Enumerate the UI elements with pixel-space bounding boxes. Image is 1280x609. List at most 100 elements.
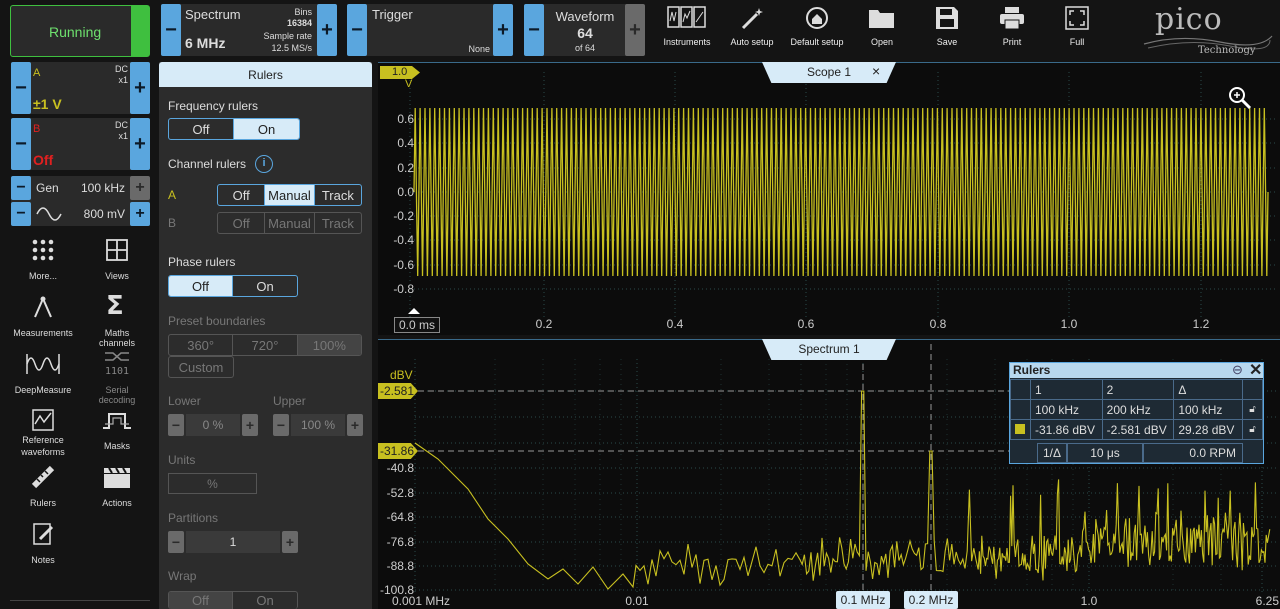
- tool-rulers[interactable]: Rulers: [13, 463, 73, 511]
- phase-rulers-off[interactable]: Off: [169, 276, 233, 296]
- partitions-increase-button[interactable]: +: [282, 531, 298, 553]
- waveform-increase-button[interactable]: +: [625, 4, 645, 56]
- waveform-decrease-button[interactable]: −: [524, 4, 544, 56]
- spectrum-x-tick: 0.01: [625, 594, 649, 608]
- waveform-of: of 64: [574, 43, 596, 53]
- scope-tab-close[interactable]: ×: [872, 63, 880, 79]
- wrap-on[interactable]: On: [233, 592, 297, 609]
- partitions-field[interactable]: 1: [186, 531, 280, 553]
- gen-freq-increase-button[interactable]: +: [130, 176, 150, 200]
- rulers-table-minimize-icon[interactable]: ⊖: [1232, 362, 1243, 378]
- tool-reference-waveforms[interactable]: Reference waveforms: [13, 406, 73, 458]
- ruler-freq-2: 200 kHz: [1101, 399, 1175, 420]
- frequency-rulers-off[interactable]: Off: [169, 119, 234, 139]
- spectrum-increase-button[interactable]: +: [317, 4, 337, 56]
- print-label: Print: [1002, 37, 1022, 47]
- channel-a-ruler-manual[interactable]: Manual: [265, 185, 315, 205]
- channel-a-increase-button[interactable]: +: [130, 62, 150, 114]
- tool-maths-channels-label: Maths channels: [98, 328, 136, 348]
- tool-views[interactable]: Views: [87, 236, 147, 284]
- ruler-freq-1: 100 kHz: [1029, 399, 1103, 420]
- tool-serial-decoding[interactable]: 1101 Serial decoding: [87, 350, 147, 405]
- upper-decrease-button[interactable]: −: [273, 414, 289, 436]
- tool-more[interactable]: More...: [13, 236, 73, 284]
- default-setup-button[interactable]: Default setup: [786, 2, 848, 54]
- save-button[interactable]: Save: [916, 2, 978, 54]
- channel-a-color-swatch: [1015, 423, 1025, 434]
- serial-decoding-icon: 1101: [105, 352, 129, 376]
- channel-a-coupling: DC: [115, 64, 128, 74]
- channel-b-ruler-track[interactable]: Track: [315, 213, 361, 233]
- tool-reference-waveforms-label: Reference waveforms: [21, 435, 65, 457]
- trigger-increase-button[interactable]: +: [493, 4, 513, 56]
- wrap-off[interactable]: Off: [169, 592, 233, 609]
- preset-360[interactable]: 360°: [169, 335, 234, 355]
- open-button[interactable]: Open: [851, 2, 913, 54]
- lock-icon[interactable]: 🔓︎: [1242, 399, 1263, 420]
- channel-a-ruler-off[interactable]: Off: [218, 185, 266, 205]
- channel-b-decrease-button[interactable]: −: [11, 118, 31, 170]
- channel-b-ruler-manual[interactable]: Manual: [265, 213, 315, 233]
- run-stop-button[interactable]: Running: [10, 5, 150, 57]
- gen-label: Gen: [36, 181, 59, 195]
- grid-dots-icon: [32, 239, 54, 261]
- ruler-amp-2: -2.581 dBV: [1101, 419, 1175, 440]
- gen-amp-decrease-button[interactable]: −: [11, 202, 31, 226]
- rulers-table-window[interactable]: Rulers ⊖ ✕ 1 2 Δ 100 kHz 200 kHz 100 kHz…: [1009, 362, 1264, 464]
- scope-y-tick: -0.8: [393, 282, 414, 296]
- spectrum-x-tick: 1.0: [1080, 594, 1098, 608]
- spectrum-x-tick: 6.25: [1255, 594, 1279, 608]
- trigger-decrease-button[interactable]: −: [347, 4, 367, 56]
- spectrum-y-tick: -88.8: [386, 559, 414, 573]
- channel-b-increase-button[interactable]: +: [130, 118, 150, 170]
- gen-freq-decrease-button[interactable]: −: [11, 176, 31, 200]
- gen-amp-increase-button[interactable]: +: [130, 202, 150, 226]
- instruments-button[interactable]: Instruments: [656, 2, 718, 54]
- preset-720[interactable]: 720°: [233, 335, 298, 355]
- tool-more-label: More...: [28, 271, 57, 281]
- svg-text:1101: 1101: [105, 366, 129, 376]
- upper-value-field[interactable]: 100 %: [291, 414, 345, 436]
- tool-deepmeasure[interactable]: DeepMeasure: [13, 350, 73, 398]
- auto-setup-button[interactable]: Auto setup: [721, 2, 783, 54]
- ruler-freq-delta: 100 kHz: [1173, 399, 1244, 420]
- bins-value: 16384: [286, 18, 312, 28]
- freq-ruler-2-value: 0.2 MHz: [908, 593, 954, 607]
- frequency-rulers-on[interactable]: On: [234, 119, 299, 139]
- zoom-icon[interactable]: [1228, 86, 1252, 110]
- lock-icon[interactable]: 🔓︎: [1242, 419, 1263, 440]
- upper-increase-button[interactable]: +: [347, 414, 363, 436]
- amplitude-ruler-1-value: -2.581: [380, 384, 415, 398]
- channel-b-ruler-off[interactable]: Off: [218, 213, 266, 233]
- sidebar-divider: [10, 600, 150, 601]
- units-field[interactable]: %: [168, 473, 257, 494]
- preset-100[interactable]: 100%: [297, 335, 361, 355]
- tool-measurements[interactable]: Measurements: [13, 293, 73, 341]
- preset-custom[interactable]: Custom: [169, 357, 233, 377]
- phase-rulers-on[interactable]: On: [233, 276, 297, 296]
- gen-frequency: 100 kHz: [80, 181, 125, 195]
- tool-maths-channels[interactable]: Σ Maths channels: [87, 291, 147, 348]
- notes-icon: [33, 523, 54, 545]
- info-icon[interactable]: i: [255, 155, 273, 173]
- tool-notes[interactable]: Notes: [13, 520, 73, 568]
- lower-value-field[interactable]: 0 %: [186, 414, 240, 436]
- scope-y-tick: -0.4: [393, 233, 414, 247]
- tool-actions[interactable]: Actions: [87, 463, 147, 511]
- partitions-decrease-button[interactable]: −: [168, 531, 184, 553]
- tool-serial-decoding-label: Serial decoding: [98, 385, 136, 405]
- full-screen-button[interactable]: Full: [1046, 2, 1108, 54]
- spectrum-tab-label: Spectrum 1: [798, 342, 860, 356]
- open-label: Open: [870, 37, 894, 47]
- rulers-table-close-icon[interactable]: ✕: [1249, 360, 1262, 380]
- print-button[interactable]: Print: [981, 2, 1043, 54]
- channel-a-ruler-track[interactable]: Track: [315, 185, 361, 205]
- tool-masks[interactable]: Masks: [87, 406, 147, 454]
- lower-increase-button[interactable]: +: [242, 414, 258, 436]
- spectrum-decrease-button[interactable]: −: [161, 4, 181, 56]
- channel-a-decrease-button[interactable]: −: [11, 62, 31, 114]
- run-status: Running: [49, 24, 102, 40]
- expand-icon: [1065, 6, 1089, 30]
- channel-b-range: Off: [33, 152, 54, 168]
- lower-decrease-button[interactable]: −: [168, 414, 184, 436]
